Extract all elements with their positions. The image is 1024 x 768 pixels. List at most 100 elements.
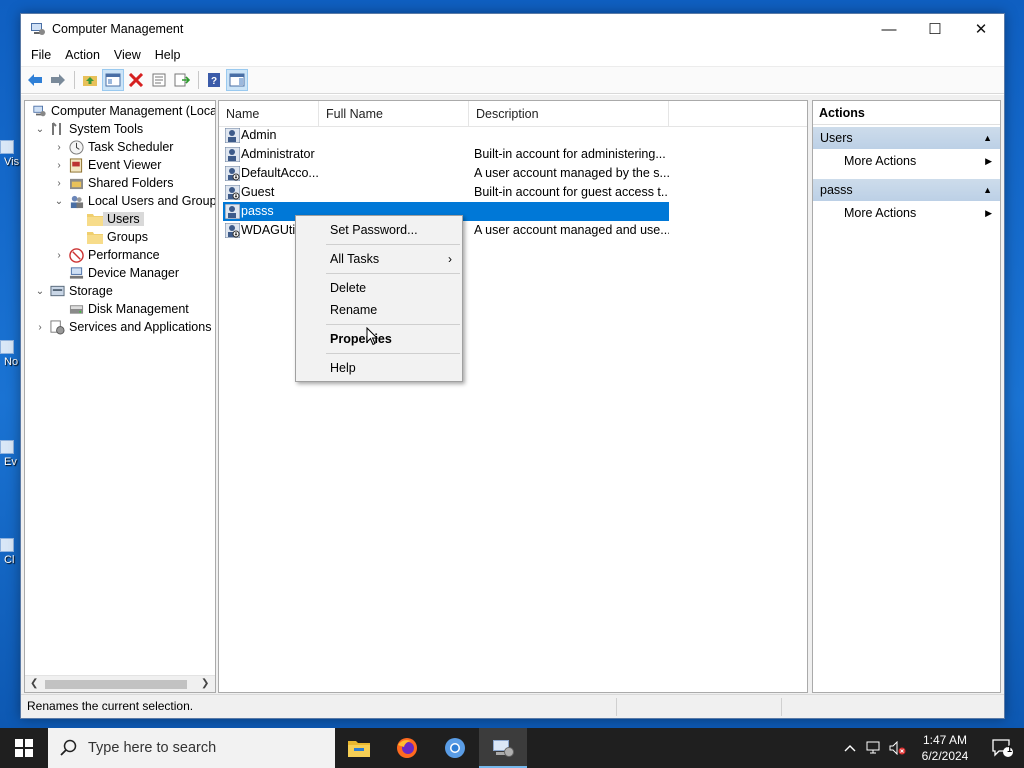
scroll-right-icon[interactable]: ❯ (201, 678, 209, 689)
tree-item-system-tools[interactable]: ⌄ System Tools (33, 120, 143, 138)
delete-button[interactable] (125, 69, 147, 91)
menu-separator (326, 273, 460, 274)
tree-item-local-users-groups[interactable]: ⌄ Local Users and Groups (52, 192, 215, 210)
desktop-shortcut[interactable]: No (0, 340, 22, 368)
context-all-tasks[interactable]: All Tasks › (296, 248, 462, 270)
tree-item-storage[interactable]: ⌄ Storage (33, 282, 113, 300)
window-title: Computer Management (52, 22, 184, 36)
user-icon (225, 147, 240, 162)
forward-button[interactable] (47, 69, 69, 91)
list-item-administrator[interactable]: Administrator Built-in account for admin… (223, 145, 669, 164)
device-manager-icon (68, 265, 84, 281)
computer-management-icon (31, 103, 47, 119)
performance-icon (68, 247, 84, 263)
expand-chevron-icon[interactable]: › (52, 250, 66, 261)
show-hidden-icons-button[interactable] (838, 728, 862, 768)
help-button[interactable]: ? (203, 69, 225, 91)
context-set-password[interactable]: Set Password... (296, 219, 462, 241)
scroll-left-icon[interactable]: ❮ (30, 678, 38, 689)
column-header-name[interactable]: Name (219, 101, 319, 127)
menu-action[interactable]: Action (58, 44, 107, 66)
context-properties[interactable]: Properties (296, 328, 462, 350)
shared-folder-icon (68, 175, 84, 191)
list-item-defaultaccount[interactable]: DefaultAcco... A user account managed by… (223, 164, 669, 183)
list-header: Name Full Name Description (219, 101, 807, 127)
list-item-admin[interactable]: Admin (223, 126, 669, 145)
clock[interactable]: 1:47 AM 6/2/2024 (910, 732, 980, 764)
collapse-chevron-icon[interactable]: ⌄ (33, 124, 47, 135)
title-bar[interactable]: Computer Management — ☐ ✕ (21, 14, 1004, 44)
context-delete[interactable]: Delete (296, 277, 462, 299)
action-more-actions-passs[interactable]: More Actions ▶ (813, 201, 1000, 225)
menu-help[interactable]: Help (148, 44, 188, 66)
tree-item-computer-management[interactable]: Computer Management (Local (29, 102, 215, 120)
notification-count-badge: 1 (1007, 744, 1013, 754)
submenu-arrow-icon: › (448, 252, 452, 266)
system-tray: 1:47 AM 6/2/2024 1 (838, 728, 1024, 768)
menu-separator (326, 353, 460, 354)
close-button[interactable]: ✕ (958, 14, 1004, 44)
start-button[interactable] (0, 728, 48, 768)
taskbar-file-explorer[interactable] (335, 728, 383, 768)
clock-icon (68, 139, 84, 155)
collapse-chevron-icon[interactable]: ⌄ (33, 286, 47, 297)
properties-button[interactable] (148, 69, 170, 91)
actions-section-passs[interactable]: passs ▲ (813, 179, 1000, 201)
up-level-button[interactable] (79, 69, 101, 91)
taskbar-computer-management[interactable] (479, 728, 527, 768)
desktop-shortcut[interactable]: Cl (0, 538, 22, 566)
toolbar: ? (21, 66, 1004, 94)
export-list-button[interactable] (171, 69, 193, 91)
expand-chevron-icon[interactable]: › (52, 142, 66, 153)
context-rename[interactable]: Rename (296, 299, 462, 321)
collapse-triangle-icon: ▲ (983, 133, 992, 143)
tree-item-users[interactable]: Users (71, 210, 144, 228)
collapse-chevron-icon[interactable]: ⌄ (52, 196, 66, 207)
network-button[interactable] (862, 728, 886, 768)
tree-item-event-viewer[interactable]: › Event Viewer (52, 156, 161, 174)
status-text: Renames the current selection. (27, 699, 194, 713)
desktop-shortcut[interactable]: Ev (0, 440, 22, 468)
action-more-actions-users[interactable]: More Actions ▶ (813, 149, 1000, 173)
chevron-up-icon (844, 745, 856, 752)
tree-item-task-scheduler[interactable]: › Task Scheduler (52, 138, 173, 156)
expand-chevron-icon[interactable]: › (52, 160, 66, 171)
expand-chevron-icon[interactable]: › (52, 178, 66, 189)
export-list-icon (174, 73, 190, 87)
column-header-full-name[interactable]: Full Name (319, 101, 469, 127)
tree-item-disk-management[interactable]: Disk Management (52, 300, 189, 318)
actions-section-users[interactable]: Users ▲ (813, 127, 1000, 149)
taskbar-chrome[interactable] (431, 728, 479, 768)
back-button[interactable] (24, 69, 46, 91)
column-header-description[interactable]: Description (469, 101, 669, 127)
taskbar-firefox[interactable] (383, 728, 431, 768)
tree-item-performance[interactable]: › Performance (52, 246, 160, 264)
maximize-button[interactable]: ☐ (912, 14, 958, 44)
tree-item-services-applications[interactable]: › Services and Applications (33, 318, 211, 336)
menu-separator (326, 244, 460, 245)
menu-view[interactable]: View (107, 44, 148, 66)
tree-item-device-manager[interactable]: Device Manager (52, 264, 179, 282)
desktop-shortcut[interactable]: Vis (0, 140, 22, 168)
minimize-button[interactable]: — (866, 14, 912, 44)
tree-horizontal-scrollbar[interactable]: ❮ ❯ (25, 675, 215, 692)
shortcut-icon (0, 538, 14, 552)
notification-center-button[interactable]: 1 (980, 728, 1024, 768)
taskbar-search-box[interactable]: Type here to search (48, 728, 335, 768)
folder-up-icon (83, 76, 97, 86)
firefox-icon (397, 738, 417, 758)
context-help[interactable]: Help (296, 357, 462, 379)
tree-item-shared-folders[interactable]: › Shared Folders (52, 174, 173, 192)
help-icon: ? (208, 73, 220, 87)
delete-x-icon (128, 73, 144, 87)
shortcut-icon (0, 440, 14, 454)
scroll-thumb[interactable] (45, 680, 187, 689)
show-hide-tree-button[interactable] (102, 69, 124, 91)
list-item-guest[interactable]: Guest Built-in account for guest access … (223, 183, 669, 202)
computer-management-window: Computer Management — ☐ ✕ File Action Vi… (20, 13, 1005, 719)
volume-button[interactable] (886, 728, 910, 768)
menu-file[interactable]: File (24, 44, 58, 66)
expand-chevron-icon[interactable]: › (33, 322, 47, 333)
show-hide-action-pane-button[interactable] (226, 69, 248, 91)
tree-item-groups[interactable]: Groups (71, 228, 148, 246)
